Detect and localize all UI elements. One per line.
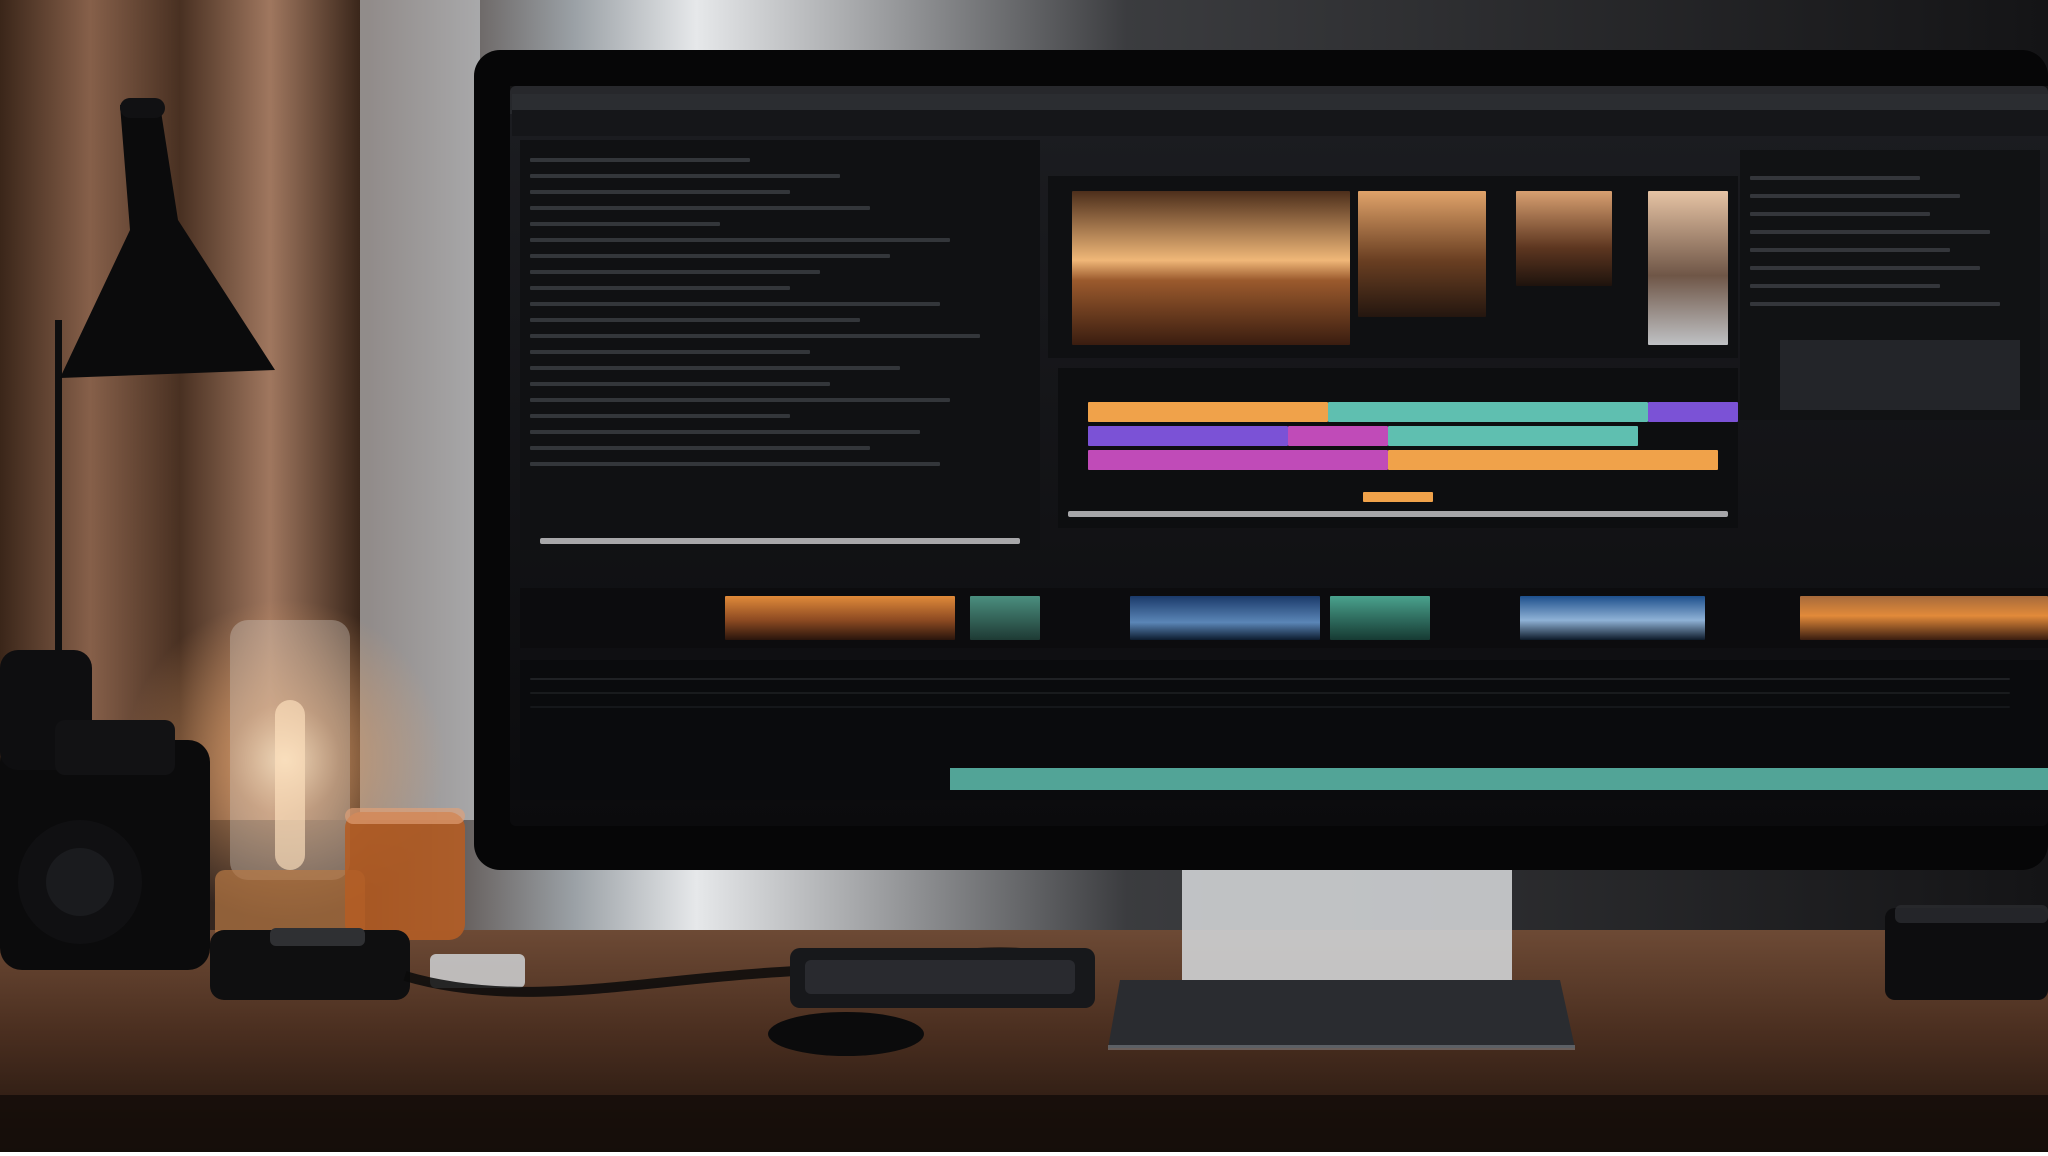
timeline-ruler — [530, 706, 2010, 708]
film-clip[interactable] — [1130, 596, 1320, 640]
lamp-neck — [120, 98, 165, 118]
inspector-panel-label — [1740, 150, 1741, 151]
code-line — [530, 270, 820, 274]
preview-thumb-3[interactable] — [1648, 191, 1728, 345]
code-line — [530, 398, 950, 402]
code-line — [530, 190, 790, 194]
filmstrip — [520, 588, 2048, 648]
editor-menubar — [512, 94, 2048, 110]
code-line — [530, 286, 790, 290]
inspector-line — [1750, 248, 1950, 252]
code-line — [530, 318, 860, 322]
timeline-track-magenta-2[interactable] — [1088, 450, 1388, 470]
timeline-track-purple-2[interactable] — [1088, 426, 1288, 446]
bottom-timeline — [520, 660, 2048, 800]
inspector-preview — [1780, 340, 2020, 410]
code-line — [530, 222, 720, 226]
timeline-track-purple[interactable] — [1648, 402, 1738, 422]
desk-edge — [0, 1095, 2048, 1152]
film-clip[interactable] — [725, 596, 955, 640]
preview-panel-label — [1048, 176, 1049, 177]
code-line — [530, 462, 940, 466]
timeline-ruler — [530, 678, 2010, 680]
timeline-track-orange[interactable] — [1088, 402, 1328, 422]
inspector-panel — [1740, 150, 2040, 420]
film-clip[interactable] — [1520, 596, 1705, 640]
code-line — [530, 206, 870, 210]
camera-lens-inner — [46, 848, 114, 916]
orange-cup-rim — [345, 808, 465, 824]
lantern-core — [275, 700, 305, 870]
editor-toolbar — [512, 110, 2048, 136]
code-panel-label — [520, 140, 521, 141]
preview-thumb-1[interactable] — [1358, 191, 1486, 317]
keyboard-keys — [805, 960, 1075, 994]
top-timeline — [1058, 368, 1738, 528]
preview-thumb-2[interactable] — [1516, 191, 1612, 286]
top-timeline-scrollbar[interactable] — [1068, 511, 1728, 517]
stand-base — [1108, 980, 1575, 1048]
code-line — [530, 382, 830, 386]
inspector-line — [1750, 194, 1960, 198]
inspector-line — [1750, 266, 1980, 270]
preview-thumb-sunset[interactable] — [1072, 191, 1350, 345]
code-line — [530, 254, 890, 258]
mouse — [768, 1012, 924, 1056]
code-line — [530, 238, 950, 242]
code-line — [530, 158, 750, 162]
inspector-line — [1750, 284, 1940, 288]
code-scrollbar[interactable] — [540, 538, 1020, 544]
code-line — [530, 414, 790, 418]
film-clip[interactable] — [970, 596, 1040, 640]
timeline-ruler — [530, 692, 2010, 694]
preview-panel — [1048, 176, 1738, 358]
camera-top — [55, 720, 175, 775]
timeline-track-magenta[interactable] — [1288, 426, 1388, 446]
timeline-track-teal-2[interactable] — [1388, 426, 1638, 446]
film-clip[interactable] — [1800, 596, 2048, 640]
code-panel — [520, 140, 1040, 550]
top-timeline-label — [1058, 368, 1059, 369]
timeline-track-teal[interactable] — [1328, 402, 1648, 422]
code-line — [530, 302, 940, 306]
orange-cup — [345, 812, 465, 940]
code-line — [530, 366, 900, 370]
film-clip[interactable] — [1330, 596, 1430, 640]
right-device-top — [1895, 905, 2048, 923]
timeline-track-orange-3[interactable] — [1363, 492, 1433, 502]
inspector-line — [1750, 230, 1990, 234]
code-line — [530, 174, 840, 178]
timeline-track-orange-2[interactable] — [1388, 450, 1718, 470]
inspector-line — [1750, 176, 1920, 180]
inspector-line — [1750, 302, 2000, 306]
drive-top — [270, 928, 365, 946]
stand-neck — [1182, 870, 1512, 980]
code-line — [530, 350, 810, 354]
inspector-line — [1750, 212, 1930, 216]
stand-base-highlight — [1108, 1045, 1575, 1050]
code-line — [530, 446, 870, 450]
teal-clip-bar[interactable] — [950, 768, 2048, 790]
code-line — [530, 334, 980, 338]
code-line — [530, 430, 920, 434]
